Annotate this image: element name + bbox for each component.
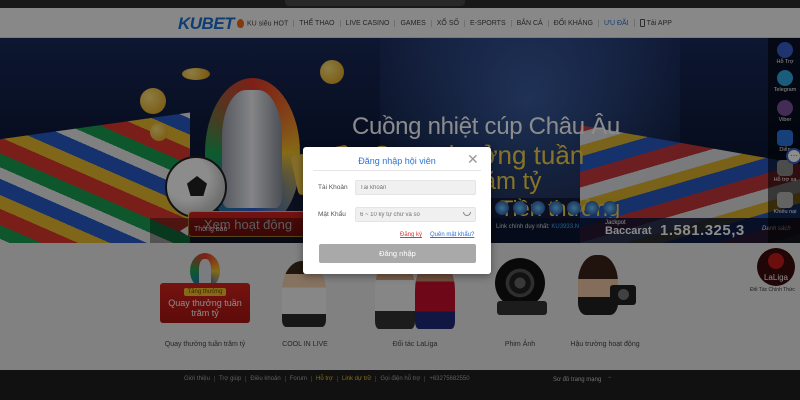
account-label: Tài Khoản <box>318 184 348 191</box>
forgot-password-link[interactable]: Quên mật khẩu? <box>430 232 474 238</box>
password-input[interactable] <box>355 207 476 222</box>
login-button[interactable]: Đăng nhập <box>319 244 476 263</box>
register-link[interactable]: Đăng ký <box>400 232 422 238</box>
close-icon[interactable]: ✕ <box>467 152 479 166</box>
account-input[interactable] <box>355 180 476 195</box>
divider <box>313 170 481 171</box>
modal-title: Đăng nhập hội viên <box>358 156 436 166</box>
password-label: Mật Khẩu <box>318 211 346 218</box>
login-modal: Đăng nhập hội viên ✕ Tài Khoản Mật Khẩu … <box>303 147 491 274</box>
